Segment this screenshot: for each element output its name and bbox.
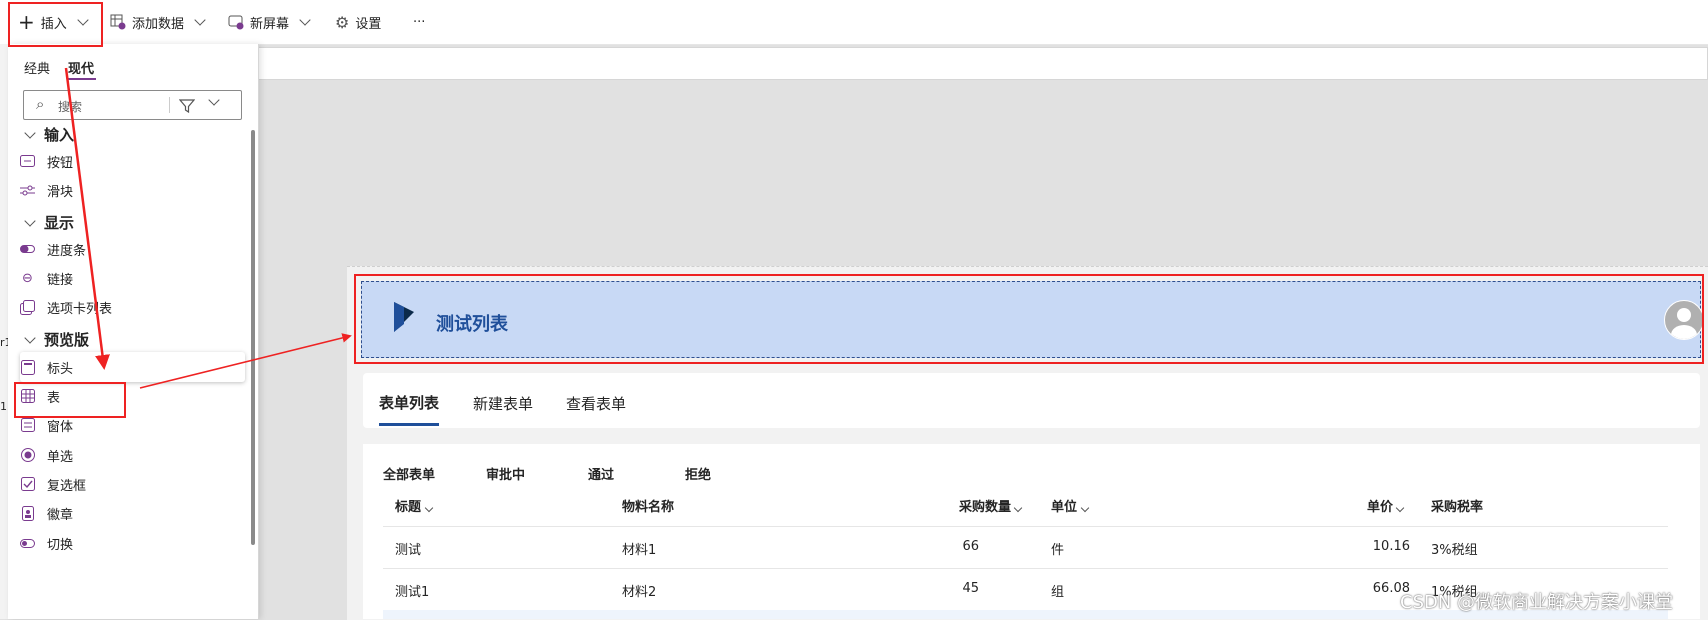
annotation-arrow-down	[64, 67, 110, 370]
annotation-arrow-right	[139, 333, 352, 389]
annotation-arrows	[64, 67, 352, 389]
watermark: CSDN @微软商业解决方案小课堂	[1400, 592, 1674, 613]
